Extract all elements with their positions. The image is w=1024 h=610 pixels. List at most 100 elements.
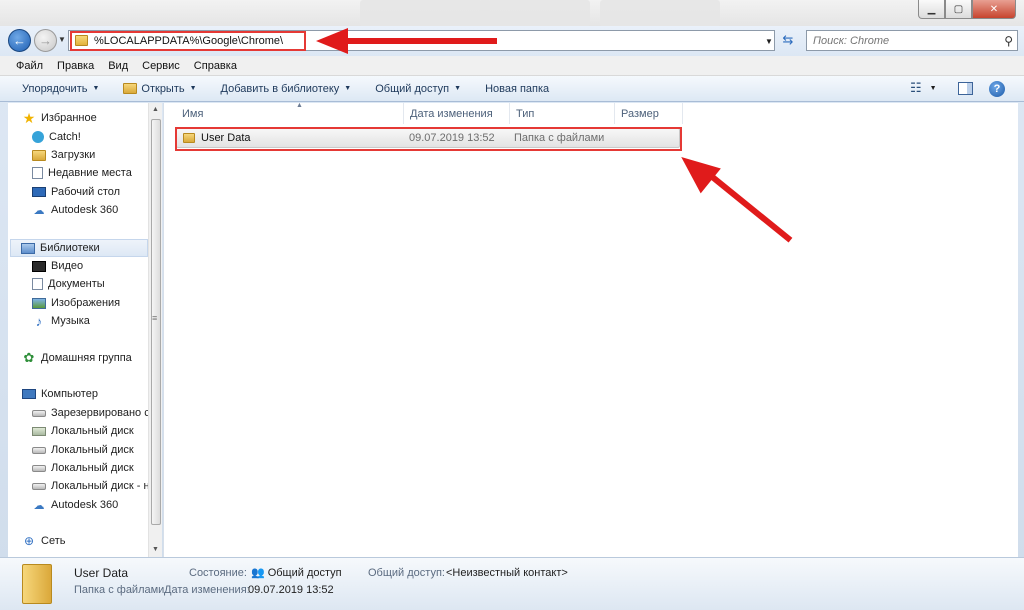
nav-item-drive[interactable]: Локальный диск - н xyxy=(32,477,148,495)
maximize-button[interactable]: ▢ xyxy=(945,0,972,19)
nav-item-label: Локальный диск xyxy=(51,444,134,456)
menu-help[interactable]: Справка xyxy=(187,60,244,72)
search-input[interactable] xyxy=(813,34,993,47)
nav-item-documents[interactable]: Документы xyxy=(32,275,105,293)
nav-item-autodesk360[interactable]: ☁ Autodesk 360 xyxy=(32,496,119,514)
chevron-down-icon[interactable]: ▼ xyxy=(930,85,937,92)
title-bar: ▁ ▢ ✕ xyxy=(0,0,1024,28)
nav-item-label: Рабочий стол xyxy=(51,186,121,198)
view-options-icon[interactable]: ☷ xyxy=(910,80,922,96)
computer-icon xyxy=(22,389,36,399)
blurred-title-area xyxy=(600,0,720,26)
share-label: Общий доступ xyxy=(375,82,450,95)
documents-icon xyxy=(32,278,43,290)
pictures-icon xyxy=(32,297,46,309)
nav-computer[interactable]: Компьютер xyxy=(22,385,98,403)
menu-bar: Файл Правка Вид Сервис Справка xyxy=(0,56,1024,76)
chevron-down-icon: ▼ xyxy=(454,85,462,92)
scrollbar-grip-icon: ≡ xyxy=(152,313,158,323)
recent-places-icon xyxy=(32,167,43,179)
back-button[interactable]: ← xyxy=(8,29,31,52)
column-header-type[interactable]: Тип xyxy=(510,103,615,124)
navigation-scrollbar[interactable]: ▲ ≡ ▼ xyxy=(148,103,162,557)
organize-button[interactable]: Упорядочить ▼ xyxy=(0,83,111,95)
nav-libraries[interactable]: Библиотеки xyxy=(10,239,148,257)
column-name-label: Имя xyxy=(182,107,204,120)
column-header-date[interactable]: Дата изменения xyxy=(404,103,510,124)
details-share-value: <Неизвестный контакт> xyxy=(446,567,568,579)
new-folder-button[interactable]: Новая папка xyxy=(473,83,561,95)
users-icon: 👥 xyxy=(251,567,265,579)
help-button[interactable]: ? xyxy=(989,81,1005,97)
refresh-icon[interactable]: ⇆ xyxy=(779,32,797,50)
nav-item-video[interactable]: Видео xyxy=(32,257,83,275)
drive-icon xyxy=(32,446,46,454)
nav-homegroup[interactable]: ✿ Домашняя группа xyxy=(22,349,132,367)
nav-item-label: Локальный диск xyxy=(51,462,134,474)
nav-item-drive[interactable]: Зарезервировано си xyxy=(32,404,148,422)
nav-item-recent-places[interactable]: Недавние места xyxy=(32,164,132,182)
nav-homegroup-label: Домашняя группа xyxy=(41,352,132,364)
scroll-down-icon[interactable]: ▼ xyxy=(152,546,159,553)
catch-icon xyxy=(32,131,44,143)
add-to-library-button[interactable]: Добавить в библиотеку ▼ xyxy=(209,83,364,95)
menu-view[interactable]: Вид xyxy=(101,60,135,72)
nav-item-music[interactable]: ♪ Музыка xyxy=(32,312,90,330)
arrow-head xyxy=(316,28,348,54)
details-state: 👥 Общий доступ xyxy=(248,566,342,579)
menu-edit[interactable]: Правка xyxy=(50,60,101,72)
details-modified-value: 09.07.2019 13:52 xyxy=(248,584,334,596)
downloads-folder-icon xyxy=(32,149,46,161)
nav-item-downloads[interactable]: Загрузки xyxy=(32,146,95,164)
nav-item-label: Зарезервировано си xyxy=(51,407,148,419)
minimize-button[interactable]: ▁ xyxy=(918,0,945,19)
nav-item-catch[interactable]: Catch! xyxy=(32,128,81,146)
share-button[interactable]: Общий доступ ▼ xyxy=(363,83,473,95)
nav-item-pictures[interactable]: Изображения xyxy=(32,294,120,312)
star-icon: ★ xyxy=(22,109,36,126)
details-share-label: Общий доступ: xyxy=(368,567,445,579)
search-box[interactable]: ⚲ xyxy=(806,30,1018,51)
column-type-label: Тип xyxy=(516,107,535,120)
nav-item-label: Локальный диск xyxy=(51,425,134,437)
chevron-down-icon: ▼ xyxy=(344,85,352,92)
navigation-pane: ★ Избранное Catch! Загрузки Недавние мест… xyxy=(8,103,148,557)
nav-item-drive[interactable]: Локальный диск xyxy=(32,422,134,440)
organize-label: Упорядочить xyxy=(22,82,88,95)
menu-file[interactable]: Файл xyxy=(0,60,50,72)
view-options[interactable]: ☷ ▼ xyxy=(910,80,937,96)
close-button[interactable]: ✕ xyxy=(972,0,1016,19)
scroll-up-icon[interactable]: ▲ xyxy=(152,106,159,113)
search-icon[interactable]: ⚲ xyxy=(1004,34,1013,48)
help-icon: ? xyxy=(989,81,1005,97)
nav-item-desktop[interactable]: Рабочий стол xyxy=(32,183,120,201)
column-header-size[interactable]: Размер xyxy=(615,103,683,124)
preview-pane-button[interactable] xyxy=(958,82,973,95)
recent-pages-dropdown-icon[interactable]: ▼ xyxy=(58,35,66,44)
column-header-name[interactable]: Имя ▲ xyxy=(176,102,404,124)
nav-item-drive[interactable]: Локальный диск xyxy=(32,459,134,477)
homegroup-icon: ✿ xyxy=(23,350,35,365)
address-dropdown-icon[interactable]: ▼ xyxy=(765,37,773,46)
nav-item-label: Изображения xyxy=(51,297,121,309)
blurred-title-area xyxy=(480,0,590,26)
details-type: Папка с файлами xyxy=(74,584,165,596)
video-icon xyxy=(32,260,46,272)
nav-favorites[interactable]: ★ Избранное xyxy=(22,109,97,127)
annotation-highlight-address xyxy=(70,31,306,51)
cloud-icon: ☁ xyxy=(33,499,45,512)
column-size-label: Размер xyxy=(621,107,659,120)
details-name: User Data xyxy=(74,566,129,580)
nav-item-drive[interactable]: Локальный диск xyxy=(32,441,134,459)
nav-item-label: Catch! xyxy=(49,131,81,143)
nav-item-autodesk360[interactable]: ☁ Autodesk 360 xyxy=(32,201,119,219)
drive-icon xyxy=(32,464,46,472)
open-button[interactable]: Открыть ▼ xyxy=(111,83,208,95)
blurred-title-area xyxy=(360,0,490,26)
large-folder-icon xyxy=(22,564,52,604)
forward-button[interactable]: → xyxy=(34,29,57,52)
nav-network[interactable]: ⊕ Сеть xyxy=(22,532,66,550)
annotation-highlight-user-data xyxy=(175,127,682,151)
nav-item-label: Autodesk 360 xyxy=(51,499,119,511)
menu-tools[interactable]: Сервис xyxy=(135,60,187,72)
